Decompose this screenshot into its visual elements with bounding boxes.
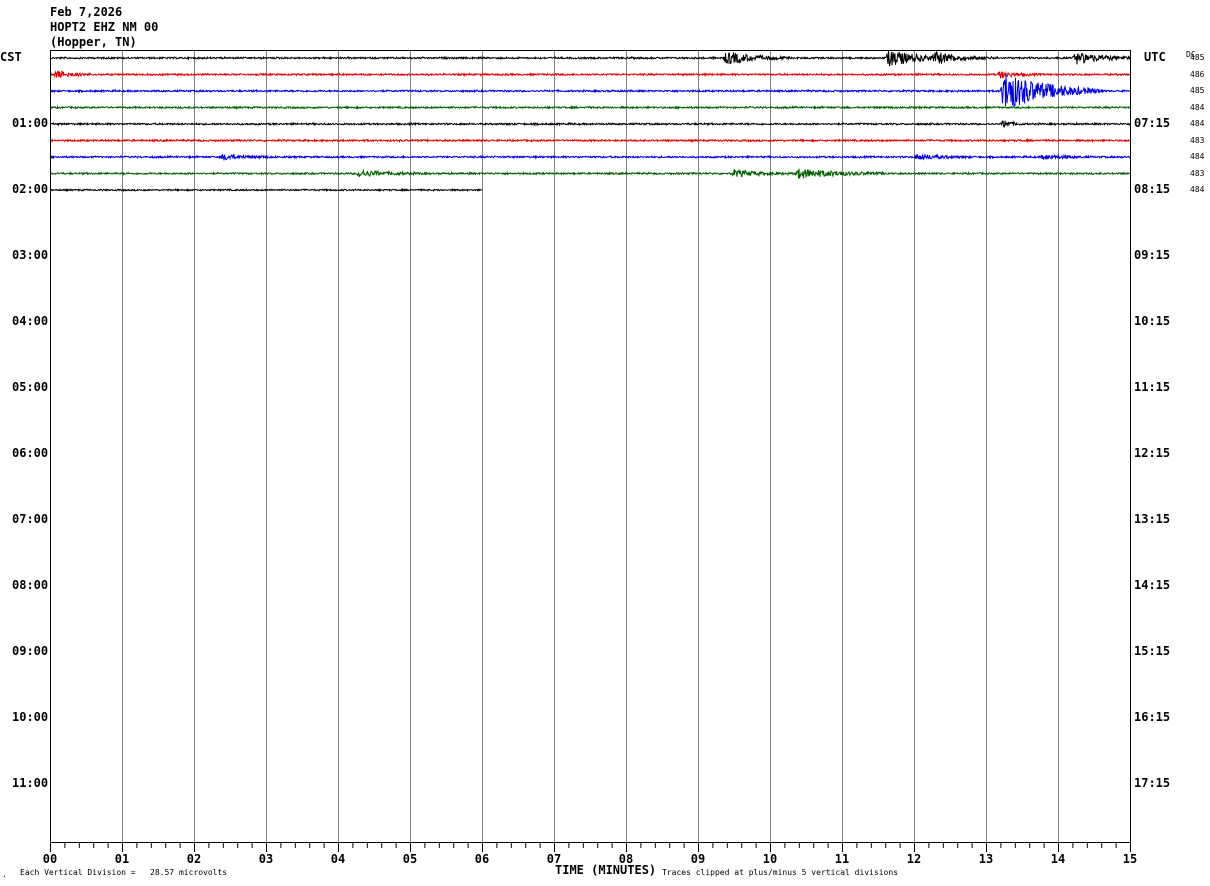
- dc-value: 484: [1190, 185, 1205, 194]
- right-hour-label: 11:15: [1134, 380, 1171, 394]
- seismic-trace: [49, 153, 1131, 161]
- right-hour-label: 14:15: [1134, 578, 1171, 592]
- x-tick-label: 06: [474, 852, 490, 866]
- dc-value: 484: [1190, 152, 1205, 161]
- seismic-trace: [49, 168, 1131, 179]
- clip-note: Traces clipped at plus/minus 5 vertical …: [662, 868, 899, 877]
- x-tick-label: 02: [186, 852, 202, 866]
- plot-frame: [50, 50, 1131, 843]
- dc-value: 486: [1190, 69, 1205, 79]
- right-hour-label: 08:15: [1134, 182, 1171, 196]
- seismic-trace: [49, 187, 483, 193]
- seismic-trace: [49, 70, 1131, 79]
- left-hour-label: 10:00: [12, 710, 49, 724]
- right-hour-label: 09:15: [1134, 248, 1171, 262]
- x-tick-label: 10: [762, 852, 778, 866]
- x-tick-label: 05: [402, 852, 418, 866]
- x-axis-ticks: [50, 842, 1131, 852]
- left-hour-label: 09:00: [12, 644, 49, 658]
- x-tick-label: 09: [690, 852, 706, 866]
- dc-value: 483: [1190, 135, 1205, 145]
- seismic-trace: [49, 137, 1131, 143]
- helicorder-plot: [49, 50, 1131, 852]
- x-tick-label: 12: [906, 852, 922, 866]
- x-tick-label: 13: [978, 852, 994, 866]
- right-hour-label: 17:15: [1134, 776, 1171, 790]
- right-hour-label: 16:15: [1134, 710, 1171, 724]
- left-hour-label: 01:00: [12, 116, 49, 130]
- x-axis-title: TIME (MINUTES): [555, 863, 657, 877]
- dc-value: 483: [1190, 168, 1205, 178]
- seismic-trace: [49, 50, 1131, 67]
- dc-value: 485: [1190, 53, 1205, 62]
- left-hour-label: 05:00: [12, 380, 49, 394]
- grid-lines: [122, 50, 1059, 842]
- dc-value: 484: [1190, 102, 1205, 112]
- right-hour-label: 15:15: [1134, 644, 1171, 658]
- seismic-trace: [49, 104, 1131, 110]
- left-hour-label: 11:00: [12, 776, 49, 790]
- right-hour-label: 12:15: [1134, 446, 1171, 460]
- x-tick-label: 11: [834, 852, 850, 866]
- x-tick-label: 15: [1122, 852, 1138, 866]
- right-hour-label: 07:15: [1134, 116, 1171, 130]
- corner-mark: .: [2, 870, 7, 879]
- left-hour-label: 02:00: [12, 182, 49, 196]
- dc-value: 484: [1190, 119, 1205, 128]
- seismic-trace: [49, 120, 1131, 128]
- left-hour-label: 04:00: [12, 314, 49, 328]
- vertical-scale-note: Each Vertical Division = 28.57 microvolt…: [20, 868, 228, 877]
- x-tick-label: 01: [114, 852, 130, 866]
- x-tick-label: 14: [1050, 852, 1066, 866]
- left-hour-label: 07:00: [12, 512, 49, 526]
- dc-value: 485: [1190, 86, 1205, 95]
- x-tick-label: 00: [42, 852, 58, 866]
- x-tick-label: 03: [258, 852, 274, 866]
- left-hour-label: 06:00: [12, 446, 49, 460]
- x-tick-label: 04: [330, 852, 346, 866]
- seismic-traces: [49, 50, 1131, 193]
- seismic-trace: [49, 73, 1131, 107]
- right-hour-label: 10:15: [1134, 314, 1171, 328]
- left-hour-label: 08:00: [12, 578, 49, 592]
- right-hour-label: 13:15: [1134, 512, 1171, 526]
- left-hour-label: 03:00: [12, 248, 49, 262]
